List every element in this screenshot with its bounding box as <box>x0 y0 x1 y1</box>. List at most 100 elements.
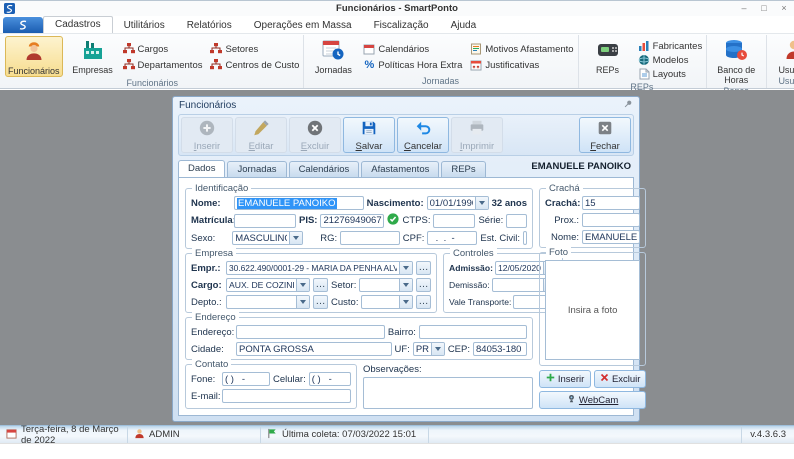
rg-input[interactable] <box>340 231 400 245</box>
application-menu-button[interactable] <box>3 17 43 33</box>
cracha-nome-input[interactable]: EMANUELE <box>582 230 641 244</box>
org-chart-icon <box>210 59 223 71</box>
fechar-button[interactable]: Fechar <box>579 117 631 153</box>
imprimir-button[interactable]: Imprimir <box>451 117 503 153</box>
est-civil-select[interactable] <box>523 231 527 245</box>
ribbon-tab-row: Cadastros Utilitários Relatórios Operaçõ… <box>0 16 794 33</box>
serie-input[interactable] <box>506 213 527 228</box>
cargo-select[interactable]: AUX. DE COZINHA <box>226 278 310 292</box>
tab-afastamentos[interactable]: Afastamentos <box>361 161 440 177</box>
tab-calendarios[interactable]: Calendários <box>288 161 360 177</box>
ribbon-setores-button[interactable]: Setores <box>210 41 299 57</box>
tab-utilitarios[interactable]: Utilitários <box>113 18 176 33</box>
uf-label: UF: <box>394 343 410 355</box>
pis-label: PIS: <box>299 215 318 226</box>
est-civil-label: Est. Civil: <box>480 232 520 244</box>
ribbon-banco-de-horas-button[interactable]: Banco de Horas <box>710 36 762 85</box>
tab-ajuda[interactable]: Ajuda <box>440 18 488 33</box>
tab-dados[interactable]: Dados <box>178 160 226 177</box>
matricula-input[interactable] <box>234 213 296 228</box>
observacoes-label: Observações: <box>363 364 422 375</box>
funcionarios-dialog: Funcionários Inserir Editar Excluir Salv… <box>172 96 647 422</box>
endereco-label: Endereço: <box>191 326 235 338</box>
email-label: E-mail: <box>191 390 221 402</box>
tab-cadastros[interactable]: Cadastros <box>43 16 113 33</box>
calendar-marks-icon <box>470 59 482 71</box>
employee-name: EMANUELE PANOIKO <box>531 161 631 172</box>
email-input[interactable] <box>222 389 351 403</box>
ribbon-empresas-button[interactable]: Empresas <box>67 36 119 77</box>
prox-input[interactable] <box>582 213 641 227</box>
group-caption-jornadas: Jornadas <box>421 76 459 86</box>
ribbon-reps-button[interactable]: REPs <box>582 36 634 81</box>
dialog-tabstrip: Dados Jornadas Calendários Afastamentos … <box>173 158 639 177</box>
cpf-input[interactable]: . . - <box>427 231 478 245</box>
fone-input[interactable]: ( ) - <box>222 372 270 386</box>
minimize-button[interactable]: – <box>734 1 754 16</box>
ribbon: Funcionários Empresas Cargos Departament… <box>0 33 794 106</box>
ribbon-funcionarios-button[interactable]: Funcionários <box>5 36 63 77</box>
endereco-input[interactable] <box>236 325 385 339</box>
cep-input[interactable]: 84053-180 <box>473 342 527 356</box>
editar-button[interactable]: Editar <box>235 117 287 153</box>
x-icon <box>600 373 609 385</box>
document-list-icon <box>470 43 482 55</box>
close-button[interactable]: × <box>774 1 794 16</box>
tab-operacoes-em-massa[interactable]: Operações em Massa <box>243 18 363 33</box>
ribbon-layouts-button[interactable]: Layouts <box>638 67 703 81</box>
ribbon-fabricantes-button[interactable]: Fabricantes <box>638 39 702 53</box>
cargo-browse-button[interactable]: … <box>313 278 328 292</box>
cracha-input[interactable]: 15 <box>582 196 641 210</box>
depto-browse-button[interactable]: … <box>313 295 328 309</box>
ribbon-calendarios-button[interactable]: Calendários <box>363 41 462 57</box>
setor-select[interactable] <box>359 278 413 292</box>
nascimento-datepicker[interactable]: 01/01/1990 <box>426 196 489 210</box>
inserir-button[interactable]: Inserir <box>181 117 233 153</box>
empr-browse-button[interactable]: … <box>416 261 431 275</box>
foto-inserir-button[interactable]: Inserir <box>539 370 592 388</box>
observacoes-textarea[interactable] <box>363 377 533 409</box>
ribbon-departamentos-button[interactable]: Departamentos <box>122 57 202 73</box>
tab-reps[interactable]: REPs <box>441 161 486 177</box>
ribbon-usuarios-button[interactable]: Usuários <box>770 36 794 75</box>
webcam-button[interactable]: WebCam <box>539 391 647 409</box>
sexo-select[interactable]: MASCULINO <box>232 231 304 245</box>
demissao-label: Demissão: <box>449 280 490 290</box>
excluir-button[interactable]: Excluir <box>289 117 341 153</box>
cep-label: CEP: <box>447 343 470 355</box>
custo-label: Custo: <box>331 296 359 308</box>
ribbon-politicas-hora-extra-button[interactable]: % Políticas Hora Extra <box>363 57 463 73</box>
setor-browse-button[interactable]: … <box>416 278 431 292</box>
tab-fiscalizacao[interactable]: Fiscalização <box>363 18 440 33</box>
foto-excluir-button[interactable]: Excluir <box>594 370 647 388</box>
pis-input[interactable]: 21276949067 <box>320 213 385 228</box>
bairro-input[interactable] <box>418 325 527 339</box>
cidade-input[interactable]: PONTA GROSSA <box>236 342 392 356</box>
custo-browse-button[interactable]: … <box>416 295 431 309</box>
tab-relatorios[interactable]: Relatórios <box>176 18 243 33</box>
cancelar-button[interactable]: Cancelar <box>397 117 449 153</box>
ribbon-group-reps: REPs Fabricantes Modelos Layouts REPs <box>579 35 708 92</box>
factory-icon <box>81 38 105 64</box>
uf-select[interactable]: PR <box>412 342 445 356</box>
maximize-button[interactable]: □ <box>754 1 774 16</box>
tab-jornadas[interactable]: Jornadas <box>227 161 287 177</box>
depto-select[interactable] <box>226 295 310 309</box>
ribbon-jornadas-button[interactable]: Jornadas <box>307 36 359 75</box>
celular-input[interactable]: ( ) - <box>308 372 351 386</box>
empr-select[interactable]: 30.622.490/0001-29 - MARIA DA PENHA ALVE… <box>226 261 413 275</box>
pin-icon[interactable] <box>623 99 633 112</box>
nome-input[interactable]: EMANUELE PANOIKO <box>234 196 364 210</box>
ribbon-justificativas-button[interactable]: Justificativas <box>470 57 573 73</box>
custo-select[interactable] <box>361 295 413 309</box>
cargo-label: Cargo: <box>191 279 222 291</box>
salvar-button[interactable]: Salvar <box>343 117 395 153</box>
ribbon-centros-de-custo-button[interactable]: Centros de Custo <box>210 57 299 73</box>
ribbon-motivos-afastamento-button[interactable]: Motivos Afastamento <box>470 41 574 57</box>
window-title: Funcionários - SmartPonto <box>336 3 458 14</box>
ribbon-cargos-button[interactable]: Cargos <box>122 41 203 57</box>
ribbon-modelos-button[interactable]: Modelos <box>638 53 703 67</box>
group-caption-funcionarios: Funcionários <box>126 78 178 88</box>
ctps-input[interactable] <box>433 213 476 228</box>
floppy-disk-icon <box>360 119 378 140</box>
